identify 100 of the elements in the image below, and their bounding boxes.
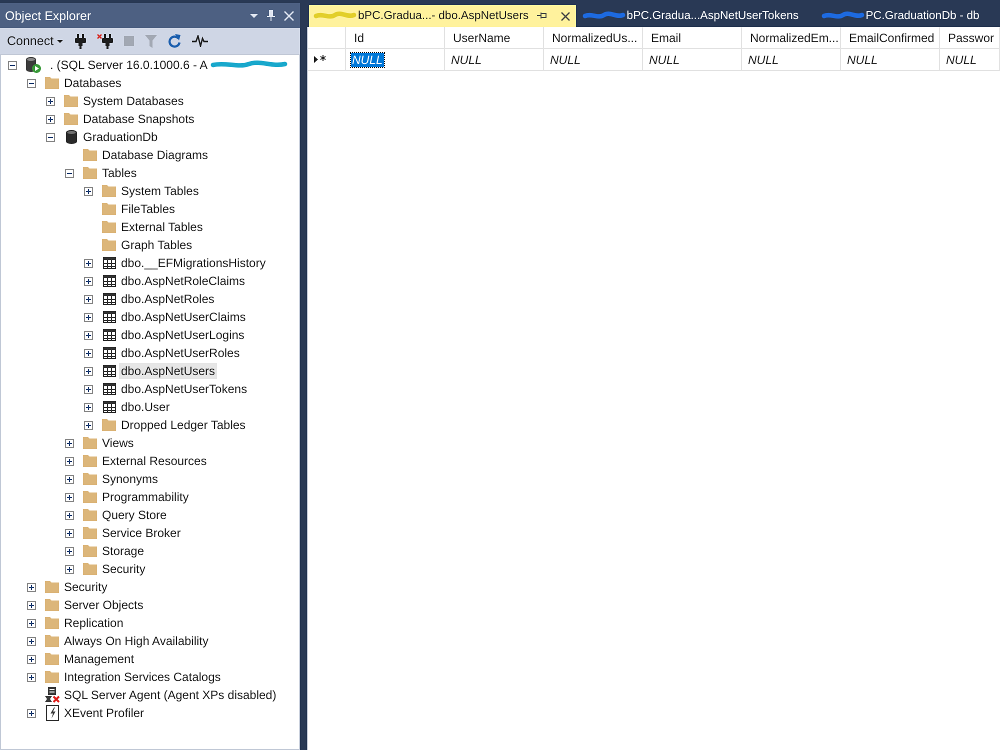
expand-icon[interactable] (84, 330, 93, 340)
collapse-icon[interactable] (27, 78, 36, 88)
document-tab[interactable]: bPC.Gradua...- dbo.AspNetUsers (309, 5, 576, 27)
tree-item[interactable]: GraduationDb (81, 129, 160, 145)
expand-icon[interactable] (84, 366, 93, 376)
pulse-icon[interactable] (192, 35, 208, 47)
tree-item[interactable]: SQL Server Agent (Agent XPs disabled) (62, 687, 278, 703)
tree-item[interactable]: System Databases (81, 93, 186, 109)
folder-icon (83, 527, 97, 539)
expand-icon[interactable] (65, 528, 74, 538)
column-header[interactable]: NormalizedUs... (544, 27, 643, 48)
tree-item[interactable]: Databases (62, 75, 124, 91)
tree-item[interactable]: XEvent Profiler (62, 705, 146, 721)
expand-icon[interactable] (27, 654, 36, 664)
tree-item[interactable]: Synonyms (100, 471, 160, 487)
tree-item[interactable]: Security (100, 561, 148, 577)
tree-item[interactable]: dbo.User (119, 399, 172, 415)
collapse-icon[interactable] (65, 168, 74, 178)
collapse-icon[interactable] (46, 132, 55, 142)
tree-item[interactable]: FileTables (119, 201, 178, 217)
expand-icon[interactable] (27, 582, 36, 592)
expand-icon[interactable] (84, 312, 93, 322)
expand-icon[interactable] (84, 258, 93, 268)
column-header[interactable]: NormalizedEm... (742, 27, 841, 48)
plug-x-icon[interactable] (96, 34, 113, 48)
connect-button[interactable]: Connect (3, 31, 67, 51)
pin-icon[interactable] (267, 10, 275, 21)
expand-icon[interactable] (27, 708, 36, 718)
dropdown-icon[interactable] (250, 14, 258, 18)
tree-item[interactable]: dbo.__EFMigrationsHistory (119, 255, 268, 271)
tree-item[interactable]: Views (100, 435, 136, 451)
tree-item[interactable]: Dropped Ledger Tables (119, 417, 248, 433)
expand-icon[interactable] (27, 600, 36, 610)
plug-icon[interactable] (74, 34, 86, 48)
expand-icon[interactable] (84, 276, 93, 286)
tree-item[interactable]: Security (62, 579, 110, 595)
tree-item[interactable]: dbo.AspNetRoles (119, 291, 216, 307)
table-grid-icon (102, 329, 116, 341)
document-tab[interactable]: bPC.Gradua...AspNetUserTokens (578, 5, 815, 27)
tree-item[interactable]: Integration Services Catalogs (62, 669, 223, 685)
table-grid-icon (102, 347, 116, 359)
tree-item[interactable]: dbo.AspNetUserClaims (119, 309, 248, 325)
pin-icon[interactable] (536, 12, 547, 20)
expand-icon[interactable] (84, 402, 93, 412)
tree-item[interactable]: dbo.AspNetUserLogins (119, 327, 246, 343)
tree-item[interactable]: Query Store (100, 507, 169, 523)
column-header[interactable]: Id (346, 27, 445, 48)
refresh-icon[interactable] (168, 34, 181, 48)
expand-icon[interactable] (27, 672, 36, 682)
tree-item[interactable]: Server Objects (62, 597, 146, 613)
table-cell: NULL (450, 52, 483, 66)
tree-item[interactable]: Programmability (100, 489, 191, 505)
folder-icon (64, 95, 78, 107)
tree-item[interactable]: dbo.AspNetRoleClaims (119, 273, 248, 289)
expand-icon[interactable] (27, 636, 36, 646)
column-header[interactable]: Passwor (940, 27, 1000, 48)
expand-icon[interactable] (84, 384, 93, 394)
collapse-icon[interactable] (8, 60, 17, 70)
expand-icon[interactable] (65, 438, 74, 448)
folder-icon (102, 185, 116, 197)
tree-item[interactable]: Database Snapshots (81, 111, 196, 127)
folder-icon (83, 509, 97, 521)
tree-item[interactable]: Always On High Availability (62, 633, 211, 649)
tree-item[interactable]: Storage (100, 543, 146, 559)
tree-item[interactable]: dbo.AspNetUserTokens (119, 381, 250, 397)
tree-item[interactable]: Service Broker (100, 525, 183, 541)
tree-item[interactable]: Graph Tables (119, 237, 194, 253)
expand-icon[interactable] (84, 294, 93, 304)
expand-icon[interactable] (65, 564, 74, 574)
expand-icon[interactable] (84, 420, 93, 430)
column-header[interactable]: UserName (445, 27, 544, 48)
expand-icon[interactable] (65, 510, 74, 520)
folder-icon (83, 491, 97, 503)
expand-icon[interactable] (65, 546, 74, 556)
expand-icon[interactable] (46, 114, 55, 124)
tree-item[interactable]: Management (62, 651, 136, 667)
folder-icon (83, 455, 97, 467)
expand-icon[interactable] (84, 348, 93, 358)
tree-item[interactable]: Replication (62, 615, 126, 631)
expand-icon[interactable] (84, 186, 93, 196)
tree-item[interactable]: Database Diagrams (100, 147, 210, 163)
folder-icon (45, 581, 59, 593)
expand-icon[interactable] (65, 492, 74, 502)
column-header[interactable]: EmailConfirmed (841, 27, 940, 48)
tree-item[interactable]: Tables (100, 165, 139, 181)
tree-item[interactable]: External Resources (100, 453, 209, 469)
expand-icon[interactable] (46, 96, 55, 106)
tree-item[interactable]: External Tables (119, 219, 205, 235)
expand-icon[interactable] (27, 618, 36, 628)
document-tab[interactable]: PC.GraduationDb - db (816, 5, 996, 27)
tree-item[interactable]: dbo.AspNetUsers (119, 363, 218, 379)
tree-item[interactable]: dbo.AspNetUserRoles (119, 345, 242, 361)
tree-item[interactable]: System Tables (119, 183, 201, 199)
folder-icon (83, 437, 97, 449)
tree-item[interactable]: . (SQL Server 16.0.1000.6 - A (48, 57, 210, 73)
close-icon[interactable] (560, 12, 570, 20)
expand-icon[interactable] (65, 474, 74, 484)
column-header[interactable]: Email (643, 27, 742, 48)
expand-icon[interactable] (65, 456, 74, 466)
folder-icon (45, 77, 59, 89)
